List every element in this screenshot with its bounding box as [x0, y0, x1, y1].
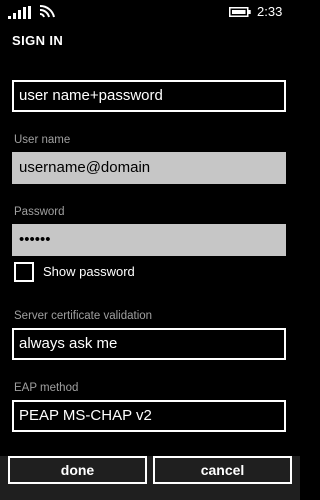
- settings-form[interactable]: user name+password User name username@do…: [0, 60, 300, 456]
- eap-method-picker[interactable]: PEAP MS-CHAP v2: [12, 400, 286, 432]
- show-password-label[interactable]: Show password: [43, 264, 135, 279]
- clock: 2:33: [257, 4, 283, 19]
- sign-in-method-picker[interactable]: user name+password: [12, 80, 286, 112]
- cert-validation-picker[interactable]: always ask me: [12, 328, 286, 360]
- signal-icon: [8, 6, 31, 19]
- app-bar: done cancel: [0, 456, 300, 500]
- eap-method-label: EAP method: [14, 382, 79, 394]
- password-field[interactable]: ••••••: [12, 224, 286, 256]
- battery-icon: [229, 7, 251, 17]
- password-label: Password: [14, 206, 65, 218]
- cert-validation-label: Server certificate validation: [14, 310, 153, 322]
- username-field[interactable]: username@domain: [12, 152, 286, 184]
- cancel-button[interactable]: cancel: [153, 456, 292, 484]
- username-label: User name: [14, 134, 71, 146]
- page-title: SIGN IN: [12, 33, 64, 48]
- done-button[interactable]: done: [8, 456, 147, 484]
- show-password-checkbox[interactable]: [14, 262, 34, 282]
- wifi-icon: [39, 4, 55, 18]
- status-bar: 2:33: [0, 0, 300, 24]
